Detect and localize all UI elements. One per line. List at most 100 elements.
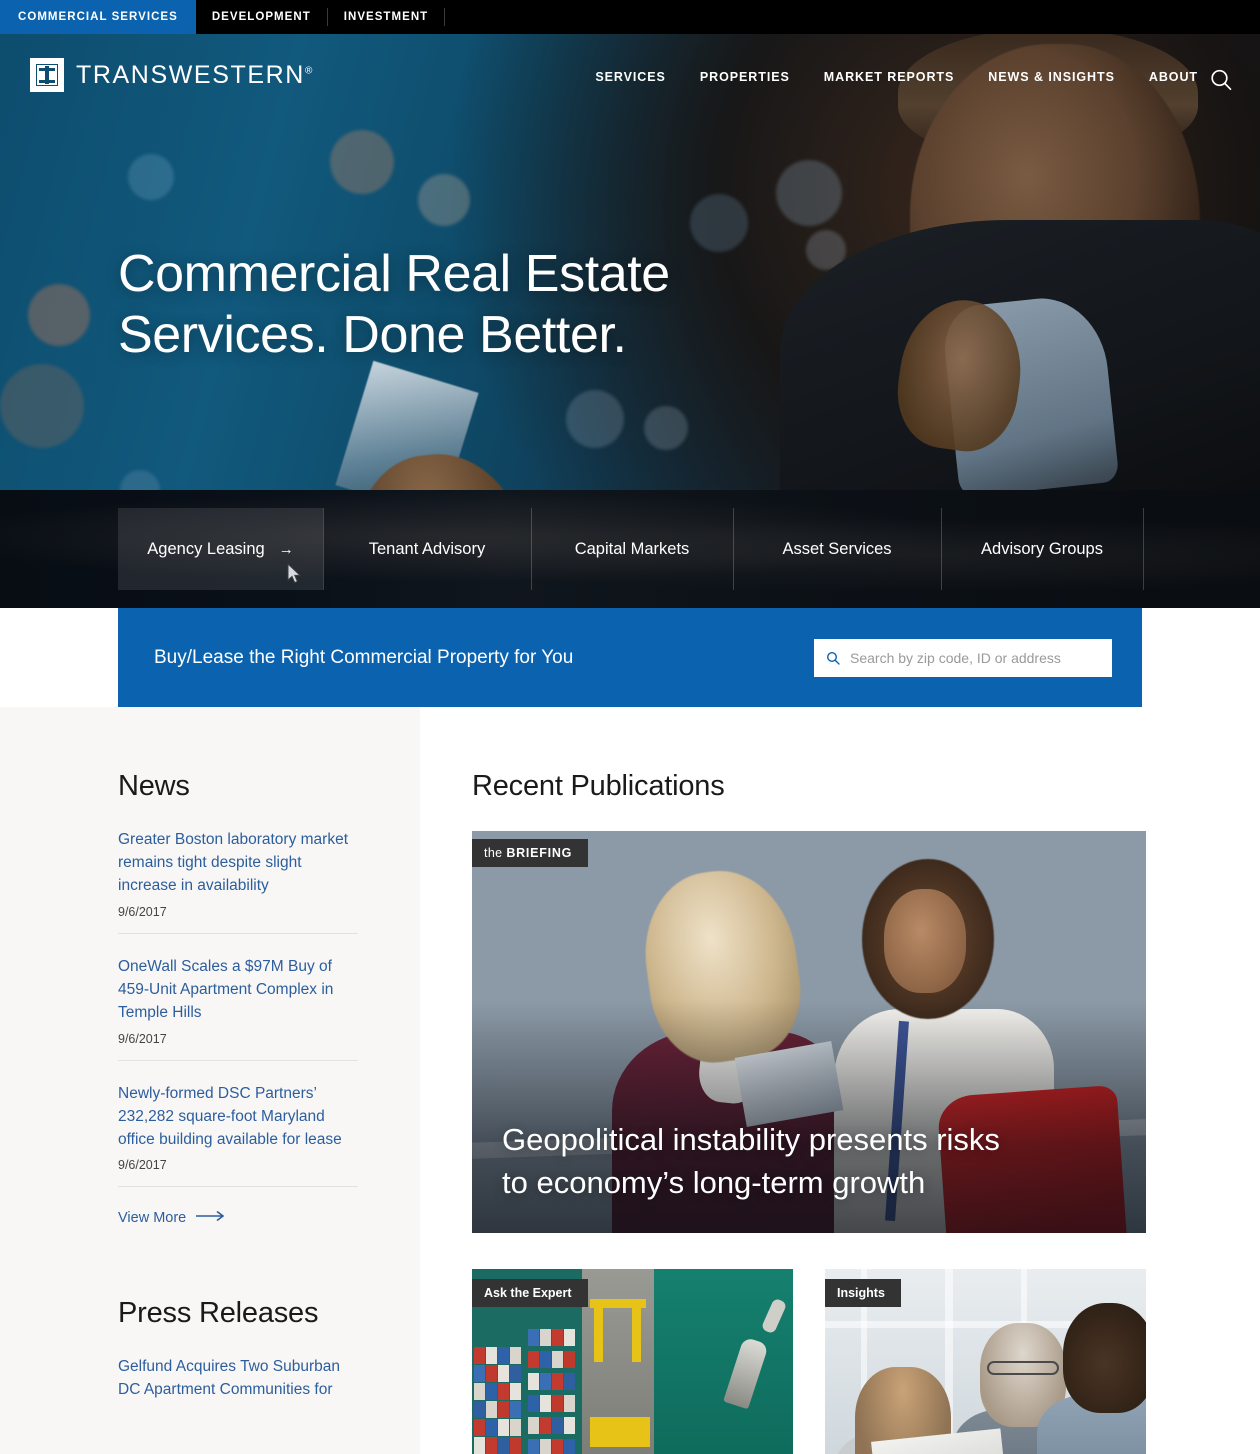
- bokeh-circle: [128, 154, 174, 200]
- service-tab-capital-markets[interactable]: Capital Markets: [531, 508, 733, 590]
- image-container: [540, 1417, 551, 1434]
- nav-item-about[interactable]: ABOUT: [1149, 70, 1198, 84]
- utility-item-label: COMMERCIAL SERVICES: [18, 11, 178, 23]
- badge-prefix: the: [484, 846, 503, 860]
- logo-registered-mark: ®: [304, 65, 313, 77]
- sidebar: News Greater Boston laboratory market re…: [118, 770, 358, 1402]
- image-container: [486, 1419, 497, 1436]
- image-container: [510, 1383, 521, 1400]
- nav-item-market-reports[interactable]: MARKET REPORTS: [824, 70, 955, 84]
- image-crane: [590, 1417, 650, 1447]
- image-container: [552, 1417, 563, 1434]
- image-container: [486, 1347, 497, 1364]
- site-header: TRANSWESTERN® SERVICES PROPERTIES MARKET…: [0, 34, 1260, 124]
- image-container: [528, 1351, 539, 1368]
- image-container: [552, 1395, 563, 1412]
- nav-item-services[interactable]: SERVICES: [595, 70, 666, 84]
- service-tab-label: Capital Markets: [574, 539, 690, 558]
- nav-item-news-insights[interactable]: NEWS & INSIGHTS: [988, 70, 1115, 84]
- image-container: [552, 1329, 563, 1346]
- publication-card-ask-the-expert[interactable]: Ask the Expert: [472, 1269, 793, 1454]
- image-container: [528, 1373, 539, 1390]
- service-tab-tenant-advisory[interactable]: Tenant Advisory: [323, 508, 531, 590]
- image-container: [564, 1439, 575, 1454]
- news-list-item: Newly-formed DSC Partners’ 232,282 squar…: [118, 1083, 358, 1188]
- main-nav: SERVICES PROPERTIES MARKET REPORTS NEWS …: [595, 70, 1198, 84]
- search-icon[interactable]: [1208, 67, 1234, 93]
- news-item-date: 9/6/2017: [118, 1031, 167, 1046]
- image-container: [486, 1383, 497, 1400]
- nav-item-properties[interactable]: PROPERTIES: [700, 70, 790, 84]
- image-person-head: [1063, 1303, 1146, 1413]
- bokeh-circle: [566, 390, 624, 448]
- image-container: [474, 1437, 485, 1454]
- news-item-link[interactable]: OneWall Scales a $97M Buy of 459-Unit Ap…: [118, 956, 358, 1025]
- service-tab-label: Asset Services: [782, 539, 892, 558]
- image-container: [510, 1347, 521, 1364]
- press-releases-section: Press Releases Gelfund Acquires Two Subu…: [118, 1297, 358, 1402]
- arrow-right-icon: →: [278, 540, 294, 558]
- image-container: [498, 1383, 509, 1400]
- logo[interactable]: TRANSWESTERN®: [30, 58, 312, 92]
- service-tab-label: Advisory Groups: [981, 539, 1103, 558]
- bokeh-circle: [418, 174, 470, 226]
- image-container: [564, 1373, 575, 1390]
- service-tab-advisory-groups[interactable]: Advisory Groups: [941, 508, 1143, 590]
- service-tab-asset-services[interactable]: Asset Services: [733, 508, 941, 590]
- logo-bar-top: [39, 68, 55, 71]
- image-container: [564, 1395, 575, 1412]
- featured-publication-card[interactable]: the BRIEFING Geopolitical instability pr…: [472, 831, 1146, 1233]
- image-container: [528, 1439, 539, 1454]
- image-container: [498, 1419, 509, 1436]
- bokeh-circle: [644, 406, 688, 450]
- press-release-list: Gelfund Acquires Two Suburban DC Apartme…: [118, 1356, 358, 1402]
- image-container: [510, 1419, 521, 1436]
- news-view-more-label: View More: [118, 1210, 187, 1227]
- image-container: [540, 1329, 551, 1346]
- news-list: Greater Boston laboratory market remains…: [118, 829, 358, 1188]
- utility-item-label: DEVELOPMENT: [211, 11, 311, 23]
- logo-wordmark: TRANSWESTERN®: [76, 61, 312, 90]
- press-release-item-link[interactable]: Gelfund Acquires Two Suburban DC Apartme…: [118, 1356, 358, 1402]
- logo-text: TRANSWESTERN: [76, 60, 305, 89]
- image-eyeglasses: [987, 1361, 1059, 1375]
- image-container: [564, 1329, 575, 1346]
- service-tab-divider: [1143, 508, 1144, 590]
- news-list-item: OneWall Scales a $97M Buy of 459-Unit Ap…: [118, 956, 358, 1061]
- property-search-placeholder: Search by zip code, ID or address: [850, 649, 1061, 666]
- image-container: [510, 1401, 521, 1418]
- transwestern-logo-icon: [30, 58, 64, 92]
- image-container: [474, 1383, 485, 1400]
- mouse-cursor: [287, 562, 303, 590]
- news-item-date: 9/6/2017: [118, 1158, 167, 1173]
- news-section-title: News: [118, 770, 190, 802]
- news-item-link[interactable]: Newly-formed DSC Partners’ 232,282 squar…: [118, 1083, 358, 1152]
- image-container: [486, 1437, 497, 1454]
- image-container: [540, 1351, 551, 1368]
- property-search-input[interactable]: Search by zip code, ID or address: [814, 638, 1112, 677]
- image-container: [564, 1351, 575, 1368]
- image-crane: [594, 1308, 603, 1362]
- service-tabs-band: Agency Leasing → Tenant Advisory Capital…: [0, 490, 1260, 608]
- bokeh-circle: [28, 284, 90, 346]
- bokeh-circle: [776, 160, 842, 226]
- service-tabs: Agency Leasing → Tenant Advisory Capital…: [0, 490, 1260, 608]
- utility-item-commercial-services[interactable]: COMMERCIAL SERVICES: [0, 0, 196, 34]
- hero-headline-line1: Commercial Real Estate: [118, 245, 670, 303]
- publication-card-row: Ask the Expert Insights: [472, 1269, 1146, 1454]
- publication-card-insights[interactable]: Insights: [825, 1269, 1146, 1454]
- publication-badge: the BRIEFING: [472, 839, 589, 867]
- utility-item-investment[interactable]: INVESTMENT: [328, 0, 444, 34]
- publication-badge: Ask the Expert: [472, 1279, 588, 1307]
- image-container: [498, 1401, 509, 1418]
- utility-item-development[interactable]: DEVELOPMENT: [196, 0, 327, 34]
- image-container: [528, 1417, 539, 1434]
- image-container: [486, 1365, 497, 1382]
- logo-bar-bottom: [39, 80, 55, 83]
- bokeh-circle: [690, 194, 748, 252]
- image-water: [633, 1269, 793, 1454]
- press-releases-title: Press Releases: [118, 1297, 319, 1330]
- search-icon: [826, 651, 840, 665]
- news-view-more-link[interactable]: View More: [118, 1210, 226, 1226]
- news-item-link[interactable]: Greater Boston laboratory market remains…: [118, 829, 358, 898]
